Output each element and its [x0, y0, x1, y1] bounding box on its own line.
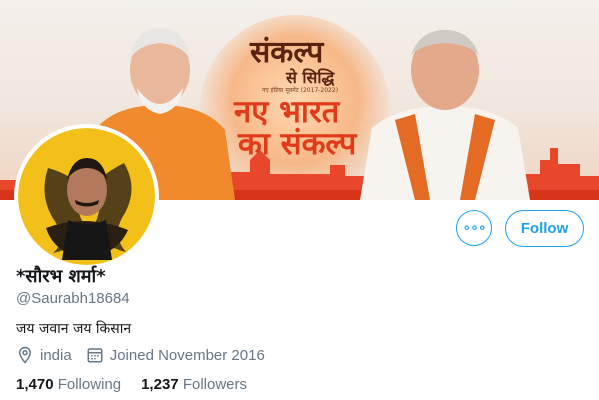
followers-label: Followers: [182, 376, 247, 393]
calendar-icon: [87, 348, 103, 363]
follow-button[interactable]: Follow: [505, 210, 584, 247]
profile-stats: 1,470 Following 1,237 Followers: [16, 376, 267, 393]
following-count: 1,470: [16, 376, 54, 393]
banner-logo-subtitle: से सिद्धि: [286, 68, 335, 87]
followers-count: 1,237: [141, 376, 179, 393]
following-label: Following: [57, 376, 122, 393]
bio: जय जवान जय किसान: [16, 321, 132, 337]
more-options-icon: ∘∘∘: [462, 220, 486, 236]
banner-logo-title: संकल्प: [250, 35, 324, 70]
profile-meta: india Joined November 2016: [16, 346, 265, 364]
following-link[interactable]: 1,470 Following: [16, 376, 121, 393]
more-options-button[interactable]: ∘∘∘: [456, 210, 492, 246]
handle: @Saurabh18684: [16, 290, 130, 307]
followers-link[interactable]: 1,237 Followers: [141, 376, 247, 393]
banner-headline-2: का संकल्प: [238, 126, 357, 162]
banner-person-right: [360, 30, 530, 200]
joined-text: Joined November 2016: [109, 346, 265, 364]
avatar-image: [18, 128, 155, 265]
location-text: india: [40, 346, 72, 364]
display-name: *सौरभ शर्मा*: [16, 266, 106, 287]
location-icon: [18, 346, 32, 364]
avatar[interactable]: [14, 124, 159, 269]
